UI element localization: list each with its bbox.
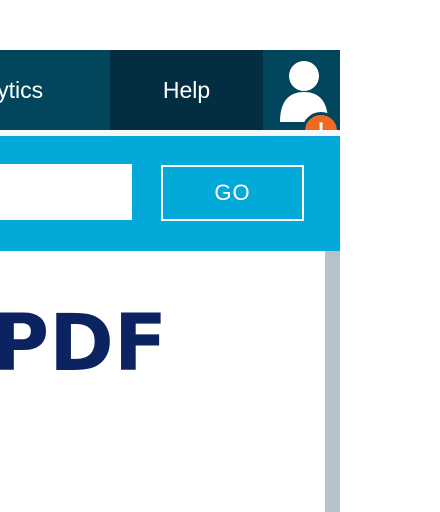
nav-item-help[interactable]: Help xyxy=(110,50,263,130)
search-bar: GO xyxy=(0,136,340,251)
nav-item-label: Help xyxy=(162,76,211,103)
go-button[interactable]: GO xyxy=(161,165,304,221)
search-input[interactable] xyxy=(0,164,132,220)
nav-item-analytics[interactable]: lytics xyxy=(0,50,110,130)
main-content: PDF xyxy=(0,251,325,512)
scrollbar[interactable] xyxy=(325,251,340,512)
page-title: PDF xyxy=(0,299,168,389)
nav-item-label: lytics xyxy=(0,76,44,103)
page: lytics Help ! GO PDF xyxy=(0,0,440,512)
